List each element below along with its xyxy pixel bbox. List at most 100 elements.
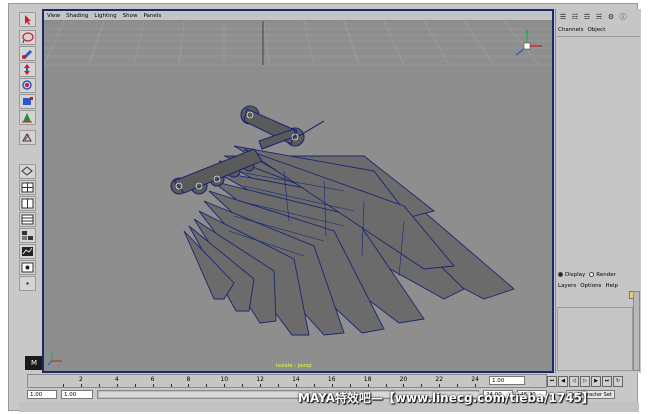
timeline-tick [188,384,190,387]
menu-show[interactable]: Show [123,11,138,21]
paint-tool-icon[interactable] [19,46,36,61]
timeline-tick-label: 4 [114,376,119,383]
scale-tool-icon[interactable] [19,94,36,109]
timeline-tick [349,384,351,387]
layer-scrollbar[interactable] [633,291,640,371]
play-back-icon[interactable]: ◁ [569,376,579,387]
info-icon[interactable]: ⓘ [618,12,628,22]
time-slider[interactable]: 2 4 6 8 10 12 14 16 18 20 22 24 [27,374,547,388]
channel-box-icon[interactable]: ☰ [558,12,568,22]
hypershade-icon[interactable] [19,228,36,243]
perspective-grid [44,21,552,66]
radio-indicator [558,272,563,277]
maya-main-window: M View Shading Lighting Show Panels Isol… [8,3,641,412]
select-tool-icon[interactable] [19,12,36,27]
timeline-tick [242,384,244,387]
playback-controls: ⏮ ◀ ◁ ▷ ▶ ⏭ ↻ [547,376,639,388]
timeline-tick-label: 6 [150,376,155,383]
menu-options[interactable]: Options [580,283,601,289]
layout-two-icon[interactable] [19,196,36,211]
timeline-tick [385,384,387,387]
menu-lighting[interactable]: Lighting [94,11,116,21]
last-tool-icon[interactable] [19,130,36,145]
timeline-tick [260,384,262,387]
layer-editor-icon[interactable]: ☵ [594,12,604,22]
display-radio[interactable]: Display [558,272,585,278]
timeline-tick-label: 14 [292,376,300,383]
timeline-tick-label: 12 [256,376,264,383]
timeline-tick [152,384,154,387]
radio-indicator [589,272,595,277]
timeline-tick [206,384,208,387]
timeline-tick [367,384,369,387]
timeline-tick-label: 22 [435,376,444,383]
dope-sheet-icon[interactable] [19,260,36,275]
outliner-icon[interactable] [19,212,36,227]
rotate-tool-icon[interactable] [19,78,36,93]
timeline-tick [278,384,279,387]
render-label: Render [596,272,616,278]
menu-shading[interactable]: Shading [66,11,88,21]
go-to-start-icon[interactable]: ⏮ [547,376,557,387]
layer-menu: Layers Options Help [558,283,618,289]
timeline-tick [98,384,100,387]
timeline-tick-label: 16 [327,376,336,383]
tab-channels[interactable]: Channels [558,27,583,33]
timeline-tick [134,384,136,387]
layer-list[interactable] [557,307,633,371]
channel-box-tabs: Channels Object [558,27,605,33]
timeline-tick [421,384,423,387]
menu-help[interactable]: Help [605,283,618,289]
tab-object[interactable]: Object [587,27,605,33]
step-forward-icon[interactable]: ▶ [591,376,601,387]
lasso-tool-icon[interactable] [19,30,36,45]
viewport-scene[interactable] [44,21,552,371]
play-forward-icon[interactable]: ▷ [580,376,590,387]
timeline-tick [475,384,477,387]
channel-list-area[interactable] [557,36,640,271]
menu-layers[interactable]: Layers [558,283,576,289]
step-back-icon[interactable]: ◀ [558,376,568,387]
wing-model[interactable] [170,105,515,336]
render-radio[interactable]: Render [589,272,616,278]
tool-settings-icon[interactable]: ☲ [582,12,592,22]
attribute-editor-icon[interactable]: ☷ [570,12,580,22]
manipulator-tool-icon[interactable] [19,110,36,125]
channel-box-toolbar: ☰ ☷ ☲ ☵ ⚙ ⓘ [558,12,628,22]
loop-icon[interactable]: ↻ [613,376,623,387]
timeline-tick [63,384,64,387]
watermark-text: MAYA特效吧—【www.linecg.com/tieba/1745】 [298,391,594,405]
graph-editor-icon[interactable] [19,244,36,259]
current-frame-field[interactable]: 1.00 [489,376,525,385]
view-cube-icon[interactable] [515,29,542,56]
maya-logo: M [25,356,43,370]
timeline-tick [313,384,315,387]
move-tool-icon[interactable] [19,62,36,77]
menu-view[interactable]: View [47,11,60,21]
channel-box: ☰ ☷ ☲ ☵ ⚙ ⓘ Channels Object Display Rend… [555,9,641,373]
timeline-tick-label: 24 [471,376,479,383]
timeline-tick [439,384,441,387]
display-label: Display [565,272,586,278]
timeline-tick-label: 10 [220,376,229,383]
axis-indicator-icon [47,351,62,366]
timeline-tick [80,384,82,387]
timeline-tick [224,384,226,387]
timeline-tick [457,384,459,387]
timeline-tick [403,384,405,387]
timeline-tick [170,384,172,387]
timeline-tick [295,384,297,387]
layout-single-icon[interactable] [19,164,36,179]
more-layouts-icon[interactable] [19,276,36,291]
settings-icon[interactable]: ⚙ [606,12,616,22]
timeline-tick-label: 18 [363,376,372,383]
start-time-field[interactable]: 1.00 [27,390,57,399]
timeline-tick-label: 8 [186,376,191,383]
layout-four-icon[interactable] [19,180,36,195]
playback-start-field[interactable]: 1.00 [61,390,93,399]
go-to-end-icon[interactable]: ⏭ [602,376,612,387]
layer-mode-radios: Display Render [558,272,616,278]
viewport-panel[interactable]: View Shading Lighting Show Panels Isolat… [42,9,554,373]
menu-panels[interactable]: Panels [143,11,161,21]
toolbox [17,12,39,374]
